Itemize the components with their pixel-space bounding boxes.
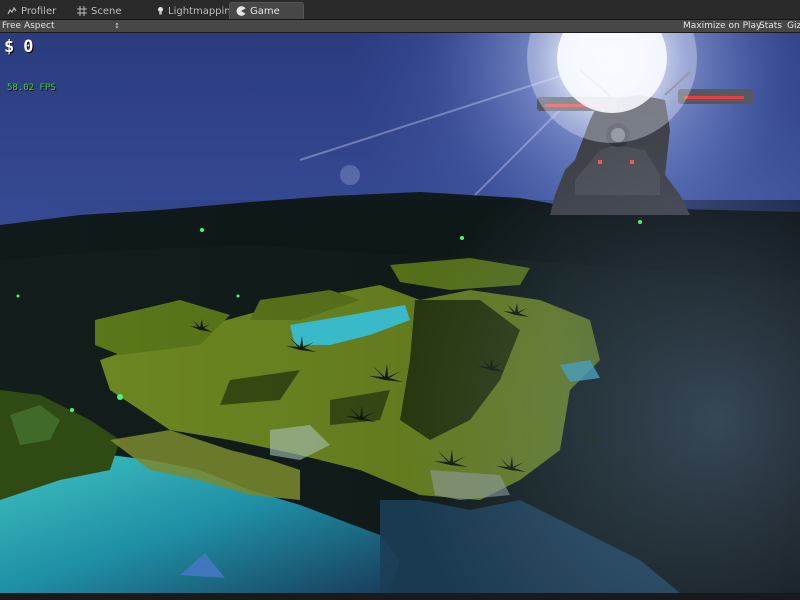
tab-label: Profiler [21,5,57,17]
pacman-icon [236,6,246,16]
grid-icon [77,6,87,16]
profiler-icon [7,6,17,16]
aspect-ratio-dropdown[interactable]: Free Aspect ↕ [2,20,122,32]
tab-label: Game [250,5,280,17]
tab-lightmapping[interactable]: Lightmapping [150,2,237,19]
tab-scene[interactable]: Scene [70,2,130,19]
hud-money-display: $ 0 [4,37,35,57]
editor-tab-bar: Profiler Scene Lightmapping Game [0,0,800,20]
game-view-viewport[interactable]: $ 0 58.02 FPS [0,33,800,593]
tab-label: Lightmapping [168,5,237,17]
maximize-on-play-button[interactable]: Maximize on Play [683,20,761,32]
dropdown-arrow-icon: ↕ [114,22,120,30]
tab-game[interactable]: Game [229,2,304,19]
tab-label: Scene [91,5,122,17]
gizmos-button[interactable]: Giz [787,20,800,32]
light-bulb-icon [157,6,164,16]
currency-symbol: $ [4,37,16,57]
tab-profiler[interactable]: Profiler [0,2,66,19]
game-view-toolbar: Free Aspect ↕ Maximize on Play Stats Giz [0,20,800,33]
stats-button[interactable]: Stats [759,20,782,32]
fps-counter: 58.02 FPS [7,83,56,93]
aspect-ratio-value: Free Aspect [2,21,55,31]
bottom-border [0,593,800,600]
money-value: 0 [23,37,35,57]
game-scene-render [0,33,800,593]
